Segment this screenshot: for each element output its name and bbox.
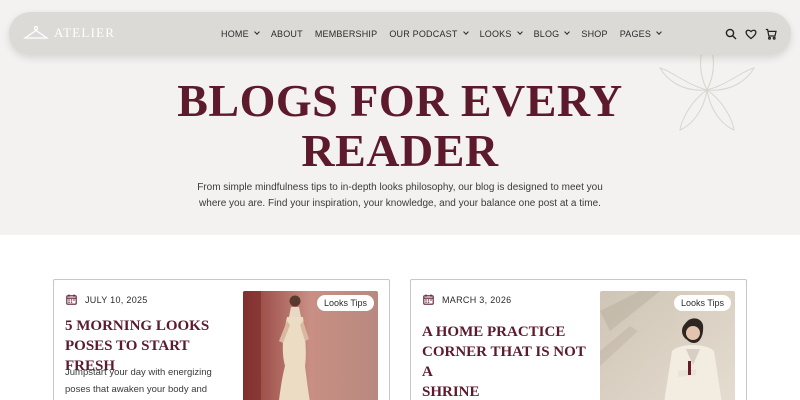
nav-item-label: LOOKS [479,28,512,39]
category-tag[interactable]: Looks Tips [316,295,374,311]
chevron-down-icon [516,29,523,35]
calendar-icon [423,294,434,305]
page-subtitle-line: where you are. Find your inspiration, yo… [199,198,601,209]
post-title-line: SHRINE [422,384,480,400]
post-title[interactable]: A HOME PRACTICE CORNER THAT IS NOT A SHR… [422,322,592,400]
hanger-icon [23,25,49,39]
cart-icon[interactable] [765,28,777,40]
category-tag[interactable]: Looks Tips [673,295,731,311]
nav-item-label: PAGES [619,28,652,39]
post-title-line: CORNER THAT IS NOT A [422,344,586,380]
post-date: MARCH 3, 2026 [423,294,511,305]
nav-item-label: SHOP [581,28,608,39]
nav-item-home[interactable]: HOME [221,28,260,39]
post-date-text: JULY 10, 2025 [85,294,148,305]
blog-card[interactable]: JULY 10, 2025 5 MORNING LOOKS POSES TO S… [53,279,390,400]
nav-item-membership[interactable]: MEMBERSHIP [315,29,378,39]
nav-item-label: HOME [221,28,249,39]
page-title-line: BLOGS FOR EVERY [177,75,623,126]
nav-item-blog[interactable]: BLOG [533,28,571,39]
blog-card[interactable]: MARCH 3, 2026 A HOME PRACTICE CORNER THA… [410,279,747,400]
nav-item-label: ABOUT [270,28,303,39]
nav-item-pages[interactable]: PAGES [619,28,662,39]
main-nav: HOME ABOUT MEMBERSHIP OUR PODCAST LOOKS … [221,12,673,55]
post-excerpt: Jumpstart your day with energizing poses… [65,364,230,398]
nav-item-label: BLOG [533,28,560,39]
chevron-down-icon [656,29,662,35]
page-subtitle-line: From simple mindfulness tips to in-depth… [197,182,603,193]
post-title-line: 5 MORNING LOOKS [65,318,210,334]
page-title: BLOGS FOR EVERY READER [0,76,800,176]
nav-icons [725,12,777,55]
nav-item-label: MEMBERSHIP [314,28,378,39]
nav-item-our-podcast[interactable]: OUR PODCAST [389,28,469,39]
post-date: JULY 10, 2025 [66,294,148,305]
hero-section: ATELIER HOME ABOUT MEMBERSHIP OUR PODCAS… [0,0,800,235]
post-title-line: A HOME PRACTICE [422,324,566,340]
post-excerpt-line: poses that awaken your body and [65,384,208,395]
top-navbar: ATELIER HOME ABOUT MEMBERSHIP OUR PODCAS… [9,12,791,55]
page-title-line: READER [301,125,499,176]
search-icon[interactable] [725,28,737,40]
page-subtitle: From simple mindfulness tips to in-depth… [190,180,610,212]
chevron-down-icon [253,29,260,35]
post-date-text: MARCH 3, 2026 [442,294,512,305]
nav-item-shop[interactable]: SHOP [581,29,607,39]
nav-item-about[interactable]: ABOUT [271,29,303,39]
chevron-down-icon [564,29,571,35]
post-thumbnail[interactable]: Looks Tips [243,291,378,400]
brand-logo[interactable]: ATELIER [23,21,115,45]
heart-icon[interactable] [745,28,757,40]
nav-item-label: OUR PODCAST [389,28,458,39]
post-thumbnail[interactable]: Looks Tips [600,291,735,400]
chevron-down-icon [462,29,469,35]
calendar-icon [66,294,77,305]
post-excerpt-line: Jumpstart your day with energizing [65,367,212,378]
brand-name: ATELIER [54,25,116,40]
nav-item-looks[interactable]: LOOKS [479,28,523,39]
